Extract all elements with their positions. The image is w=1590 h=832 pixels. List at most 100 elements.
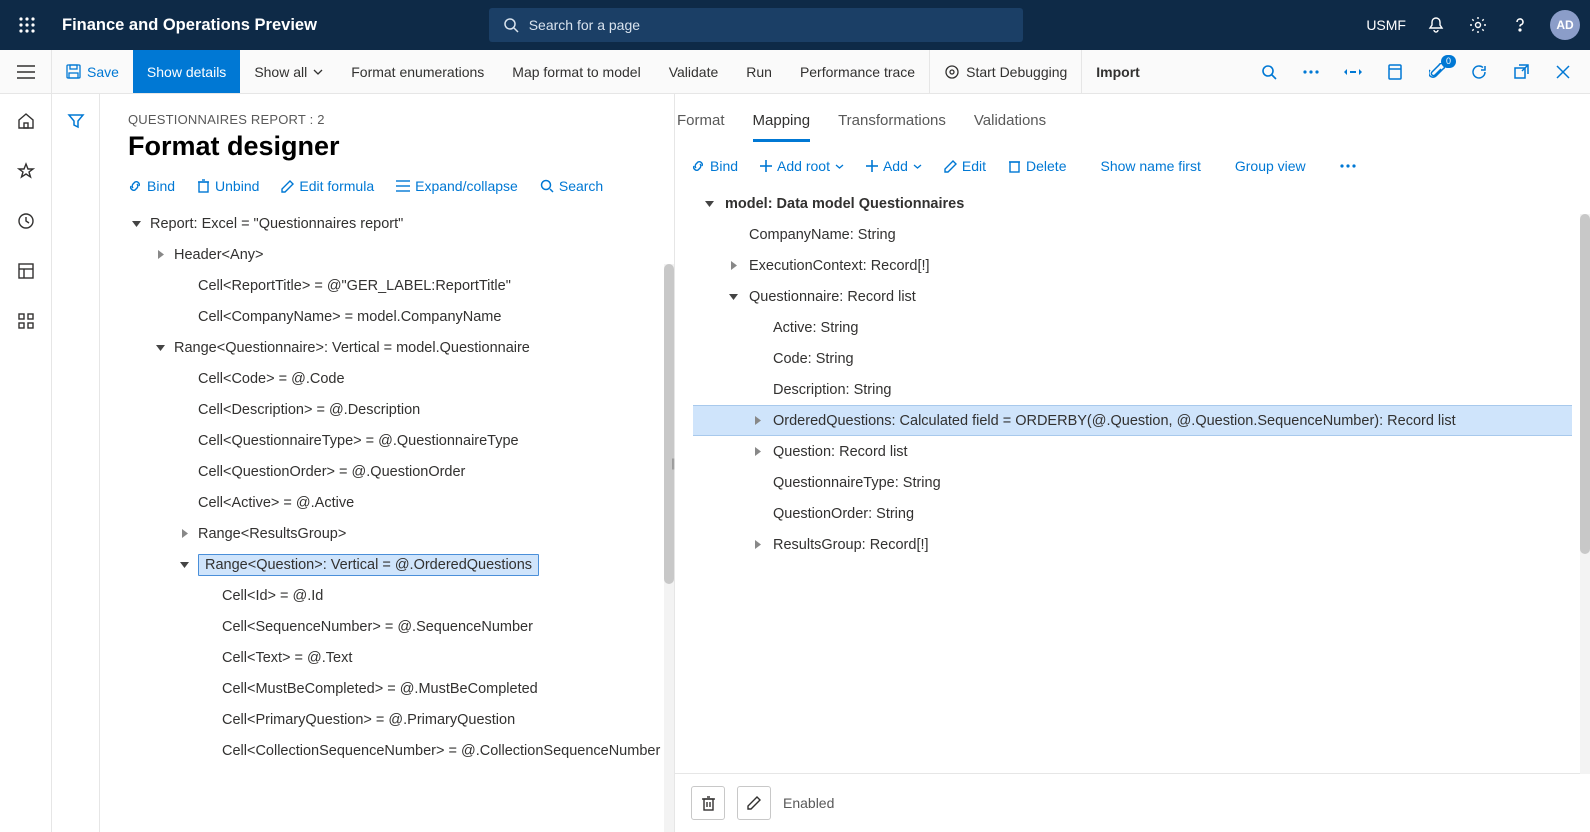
tree-search-button[interactable]: Search — [540, 178, 603, 194]
notifications-icon[interactable] — [1424, 13, 1448, 37]
footer-delete-button[interactable] — [691, 786, 725, 820]
format-tree-row[interactable]: Cell<CompanyName> = model.CompanyName — [128, 301, 662, 332]
map-format-button[interactable]: Map format to model — [498, 50, 654, 93]
unbind-button[interactable]: Unbind — [197, 178, 259, 194]
format-tree[interactable]: Report: Excel = "Questionnaires report"H… — [100, 208, 674, 832]
tree-node-label: OrderedQuestions: Calculated field = ORD… — [773, 413, 1456, 429]
tree-toggle-icon[interactable] — [749, 416, 765, 425]
bind-button[interactable]: Bind — [128, 178, 175, 194]
favorites-icon[interactable] — [15, 160, 37, 182]
mapping-tree-row[interactable]: ResultsGroup: Record[!] — [693, 529, 1572, 560]
format-tree-row[interactable]: Cell<QuestionOrder> = @.QuestionOrder — [128, 456, 662, 487]
format-tree-row[interactable]: Range<Questionnaire>: Vertical = model.Q… — [128, 332, 662, 363]
refresh-icon[interactable] — [1468, 61, 1490, 83]
save-button[interactable]: Save — [52, 50, 133, 93]
format-tree-row[interactable]: Cell<QuestionnaireType> = @.Questionnair… — [128, 425, 662, 456]
global-search[interactable]: Search for a page — [489, 8, 1023, 42]
format-tree-row[interactable]: Cell<PrimaryQuestion> = @.PrimaryQuestio… — [128, 704, 662, 735]
mapping-tree-row[interactable]: Code: String — [693, 343, 1572, 374]
home-icon[interactable] — [15, 110, 37, 132]
user-avatar[interactable]: AD — [1550, 10, 1580, 40]
format-tree-row[interactable]: Cell<Active> = @.Active — [128, 487, 662, 518]
tab-mapping[interactable]: Mapping — [753, 112, 811, 142]
performance-trace-button[interactable]: Performance trace — [786, 50, 929, 93]
tab-format[interactable]: Format — [677, 112, 725, 142]
format-tree-row[interactable]: Cell<MustBeCompleted> = @.MustBeComplete… — [128, 673, 662, 704]
mapping-tree[interactable]: model: Data model QuestionnairesCompanyN… — [675, 188, 1590, 773]
mapping-footer: Enabled — [675, 773, 1590, 832]
show-all-dropdown[interactable]: Show all — [240, 50, 337, 93]
expand-collapse-button[interactable]: Expand/collapse — [396, 178, 518, 194]
edit-formula-button[interactable]: Edit formula — [281, 178, 374, 194]
popout-icon[interactable] — [1510, 61, 1532, 83]
waffle-icon[interactable] — [10, 17, 44, 33]
tree-toggle-icon[interactable] — [176, 529, 192, 538]
show-details-button[interactable]: Show details — [133, 50, 240, 93]
mapping-tree-row[interactable]: ExecutionContext: Record[!] — [693, 250, 1572, 281]
format-tree-row[interactable]: Range<ResultsGroup> — [128, 518, 662, 549]
delete-button[interactable]: Delete — [1008, 158, 1066, 174]
office-icon[interactable] — [1384, 61, 1406, 83]
modules-icon[interactable] — [15, 310, 37, 332]
tab-validations[interactable]: Validations — [974, 112, 1046, 142]
mapping-tree-row[interactable]: CompanyName: String — [693, 219, 1572, 250]
settings-icon[interactable] — [1466, 13, 1490, 37]
run-button[interactable]: Run — [732, 50, 786, 93]
format-tree-row[interactable]: Report: Excel = "Questionnaires report" — [128, 208, 662, 239]
mapping-tree-row[interactable]: Active: String — [693, 312, 1572, 343]
company-selector[interactable]: USMF — [1366, 17, 1406, 33]
close-icon[interactable] — [1552, 61, 1574, 83]
mapping-tree-row[interactable]: QuestionnaireType: String — [693, 467, 1572, 498]
tree-toggle-icon[interactable] — [701, 199, 717, 208]
format-tree-row[interactable]: Range<Question>: Vertical = @.OrderedQue… — [128, 549, 662, 580]
format-tree-row[interactable]: Cell<ReportTitle> = @"GER_LABEL:ReportTi… — [128, 270, 662, 301]
tree-toggle-icon[interactable] — [749, 540, 765, 549]
tree-node-label: Cell<CompanyName> = model.CompanyName — [198, 307, 501, 327]
mapping-tree-row[interactable]: model: Data model Questionnaires — [693, 188, 1572, 219]
recent-icon[interactable] — [15, 210, 37, 232]
import-button[interactable]: Import — [1081, 50, 1154, 93]
tree-toggle-icon[interactable] — [176, 560, 192, 569]
format-tree-row[interactable]: Header<Any> — [128, 239, 662, 270]
add-root-dropdown[interactable]: Add root — [760, 158, 844, 174]
format-tree-row[interactable]: Cell<SequenceNumber> = @.SequenceNumber — [128, 611, 662, 642]
format-tree-row[interactable]: Cell<Id> = @.Id — [128, 580, 662, 611]
mapping-bind-button[interactable]: Bind — [691, 158, 738, 174]
tree-toggle-icon[interactable] — [128, 219, 144, 228]
help-icon[interactable] — [1508, 13, 1532, 37]
format-tree-row[interactable]: Cell<Code> = @.Code — [128, 363, 662, 394]
validate-button[interactable]: Validate — [655, 50, 733, 93]
hamburger-icon[interactable] — [0, 50, 52, 93]
mapping-tree-row[interactable]: Description: String — [693, 374, 1572, 405]
mapping-tree-row[interactable]: Question: Record list — [693, 436, 1572, 467]
right-scrollbar[interactable] — [1580, 214, 1590, 774]
tree-toggle-icon[interactable] — [152, 250, 168, 259]
start-debugging-button[interactable]: Start Debugging — [929, 50, 1081, 93]
format-tree-row[interactable]: Cell<CollectionSequenceNumber> = @.Colle… — [128, 735, 662, 766]
tree-toggle-icon[interactable] — [749, 447, 765, 456]
mapping-tree-row[interactable]: OrderedQuestions: Calculated field = ORD… — [693, 405, 1572, 436]
search-icon[interactable] — [1258, 61, 1280, 83]
tree-toggle-icon[interactable] — [725, 292, 741, 301]
group-view-button[interactable]: Group view — [1235, 158, 1306, 174]
attachments-icon[interactable]: 0 — [1426, 61, 1448, 83]
tree-toggle-icon[interactable] — [152, 343, 168, 352]
mapping-more-icon[interactable] — [1340, 164, 1356, 168]
show-name-first-button[interactable]: Show name first — [1100, 158, 1200, 174]
workspaces-icon[interactable] — [15, 260, 37, 282]
add-dropdown[interactable]: Add — [866, 158, 922, 174]
connector-icon[interactable] — [1342, 61, 1364, 83]
tab-transformations[interactable]: Transformations — [838, 112, 946, 142]
format-tree-row[interactable]: Cell<Description> = @.Description — [128, 394, 662, 425]
filter-icon[interactable] — [65, 110, 87, 132]
more-icon[interactable] — [1300, 61, 1322, 83]
left-scrollbar[interactable] — [664, 264, 674, 832]
tree-toggle-icon[interactable] — [725, 261, 741, 270]
edit-button[interactable]: Edit — [944, 158, 986, 174]
footer-edit-button[interactable] — [737, 786, 771, 820]
mapping-tree-row[interactable]: Questionnaire: Record list — [693, 281, 1572, 312]
mapping-tree-row[interactable]: QuestionOrder: String — [693, 498, 1572, 529]
format-tree-row[interactable]: Cell<Text> = @.Text — [128, 642, 662, 673]
pane-resize-handle[interactable]: || — [671, 456, 673, 470]
format-enumerations-button[interactable]: Format enumerations — [337, 50, 498, 93]
